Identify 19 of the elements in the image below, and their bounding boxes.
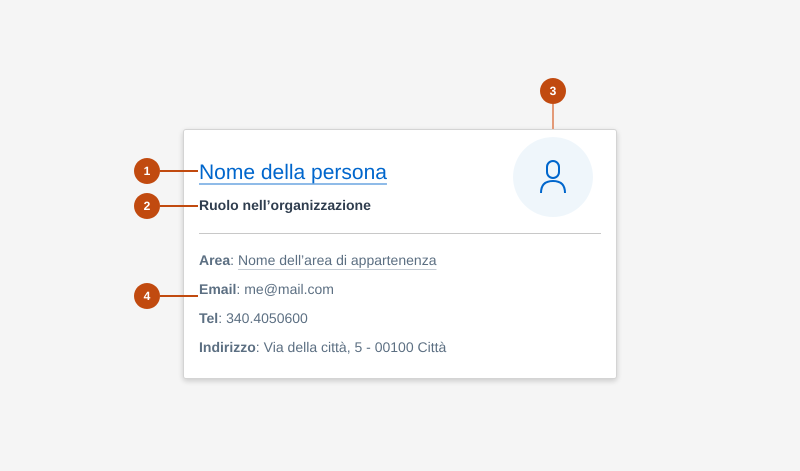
person-icon xyxy=(540,160,566,194)
leader-line xyxy=(160,205,198,206)
person-name-link[interactable]: Nome della persona xyxy=(199,159,387,187)
annotation-marker: 2 xyxy=(134,193,160,219)
field-value: me@mail.com xyxy=(244,280,334,299)
annotation-marker: 4 xyxy=(134,283,160,309)
leader-line xyxy=(160,295,198,296)
annotation-marker: 3 xyxy=(540,78,566,104)
field-label: Email: xyxy=(199,280,240,299)
field-label: Indirizzo: xyxy=(199,338,260,357)
person-role: Ruolo nell’organizzazione xyxy=(199,196,372,215)
field-label: Tel: xyxy=(199,309,222,328)
field-label: Area: xyxy=(199,251,234,270)
field-value: Via della città, 5 - 00100 Città xyxy=(264,338,446,357)
annotation-marker: 1 xyxy=(134,158,160,184)
field-value: 340.4050600 xyxy=(226,309,308,328)
leader-line xyxy=(160,170,198,172)
leader-line xyxy=(552,104,554,129)
area-link[interactable]: Nome dell’area di appartenenza xyxy=(238,250,436,270)
